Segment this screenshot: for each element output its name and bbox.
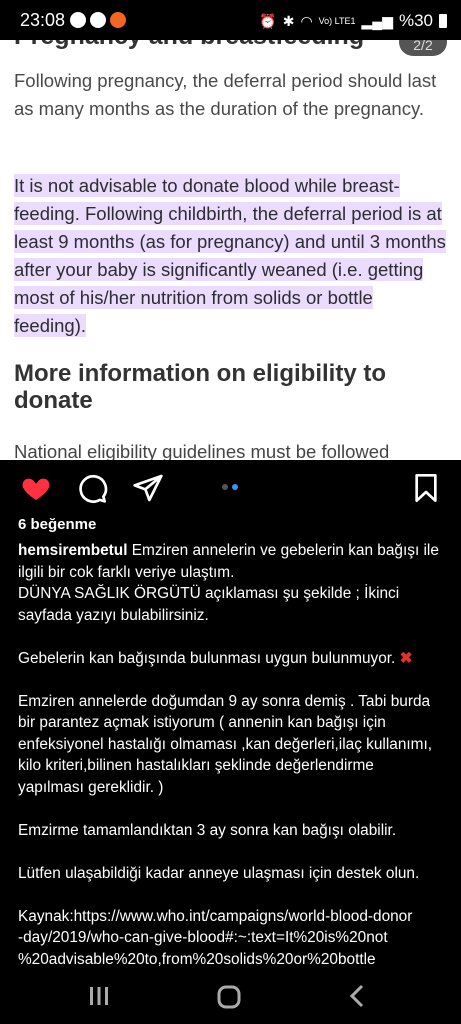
alarm-icon: ⏰ bbox=[259, 12, 277, 29]
caption-line: Gebelerin kan bağışında bulunması uygun … bbox=[18, 648, 443, 670]
caption-text: Gebelerin kan bağışında bulunması uygun … bbox=[18, 649, 400, 667]
recent-apps-icon[interactable] bbox=[86, 983, 112, 1014]
caption-line: kilo kriteri,bilinen hastalıkları şeklin… bbox=[18, 757, 374, 774]
system-icons: ⏰ ✱ ◠ Vo) LTE1 ▂▄▆ %30 bbox=[259, 11, 447, 31]
signal-icon: ▂▄▆ bbox=[361, 12, 393, 29]
caption-line: ilgili bir cok farklı veriye ulaştım. bbox=[18, 563, 235, 581]
carousel-dot bbox=[222, 484, 228, 490]
battery-percent: %30 bbox=[398, 11, 433, 30]
article-section-heading: Pregnancy and breastfeeding bbox=[14, 40, 364, 51]
caption-text: Emziren annelerin ve gebelerin kan bağış… bbox=[127, 542, 439, 559]
cross-mark-icon: ✖ bbox=[399, 649, 413, 667]
source-link-line[interactable]: Kaynak:https://www.who.int/campaigns/wor… bbox=[18, 906, 443, 928]
wifi-icon: ◠ bbox=[300, 12, 313, 29]
article-paragraph-breastfeeding: It is not advisable to donate blood whil… bbox=[14, 172, 446, 340]
app-notification-icon bbox=[110, 12, 126, 28]
battery-icon bbox=[439, 14, 447, 28]
caption-line: Emziren annelerde doğumdan 9 ay sonra de… bbox=[18, 692, 431, 710]
post-caption: hemsirembetul Emziren annelerin ve gebel… bbox=[18, 540, 443, 970]
back-icon[interactable] bbox=[345, 983, 371, 1014]
network-label: Vo) LTE1 bbox=[318, 16, 356, 26]
article-heading-eligibility: More information on eligibility to donat… bbox=[14, 360, 386, 414]
send-icon[interactable] bbox=[132, 472, 164, 504]
status-time: 23:08 bbox=[20, 10, 66, 30]
caption-line: yapılması gereklidir. ) bbox=[18, 778, 164, 796]
caption-line: hemsirembetul Emziren annelerin ve gebel… bbox=[18, 540, 443, 562]
username[interactable]: hemsirembetul bbox=[18, 542, 127, 559]
caption-line: bir parantez açmak istiyorum ( annenin k… bbox=[18, 714, 386, 731]
article-paragraph-pregnancy: Following pregnancy, the deferral period… bbox=[14, 70, 437, 119]
highlighted-text: It is not advisable to donate blood whil… bbox=[14, 174, 446, 337]
post-image[interactable]: Pregnancy and breastfeeding 2/2 Followin… bbox=[0, 40, 461, 460]
page-indicator: 2/2 bbox=[399, 40, 447, 56]
caption-line: Lütfen ulaşabildiği kadar anneye ulaşmas… bbox=[18, 864, 420, 882]
carousel-indicator bbox=[222, 484, 238, 490]
source-link-line[interactable]: -day/2019/who-can-give-blood#:~:text=It%… bbox=[18, 927, 443, 949]
carousel-dot-active bbox=[232, 484, 238, 490]
source-link-line[interactable]: %20advisable%20to,from%20solids%20or%20b… bbox=[18, 949, 443, 971]
bookmark-icon[interactable] bbox=[410, 472, 442, 504]
article-paragraph-guidelines: National eligibility guidelines must be … bbox=[14, 441, 390, 460]
caption-line: Emzirme tamamlandıktan 3 ay sonra kan ba… bbox=[18, 821, 397, 839]
notification-icons bbox=[70, 12, 126, 28]
heart-icon[interactable] bbox=[20, 472, 52, 504]
facebook-icon bbox=[90, 12, 106, 28]
caption-line: sayfada yazıyı bulabilirsiniz. bbox=[18, 606, 209, 624]
comment-icon[interactable] bbox=[76, 472, 108, 504]
caption-line: enfeksiyonel hastalığı olmaması ,kan değ… bbox=[18, 735, 433, 753]
bluetooth-icon: ✱ bbox=[282, 12, 295, 29]
caption-line: DÜNYA SAĞLIK ÖRGÜTÜ açıklaması şu şekild… bbox=[18, 585, 400, 602]
whatsapp-icon bbox=[70, 12, 86, 28]
system-navigation-bar bbox=[0, 970, 461, 1024]
home-icon[interactable] bbox=[215, 983, 243, 1016]
likes-count[interactable]: 6 beğenme bbox=[18, 516, 96, 533]
status-bar: 23:08 ⏰ ✱ ◠ Vo) LTE1 ▂▄▆ %30 bbox=[0, 0, 461, 40]
